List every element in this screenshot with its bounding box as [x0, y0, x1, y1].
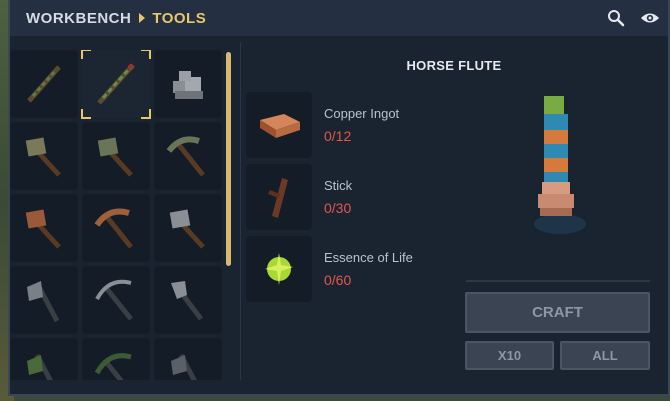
panel-divider [240, 42, 241, 380]
pickaxe-icon [166, 136, 205, 177]
grid-scrollbar[interactable] [226, 52, 231, 266]
craft-x10-button[interactable]: X10 [465, 341, 554, 370]
recipe-title: HORSE FLUTE [406, 58, 502, 73]
pickaxe-icon [95, 279, 133, 321]
ingredient-count: 0/30 [324, 200, 352, 216]
eye-icon[interactable] [640, 8, 660, 28]
slot-green-pickaxe[interactable] [82, 338, 150, 380]
slot-stone-hammer-2[interactable] [82, 122, 150, 190]
copper-ingot-icon [246, 92, 312, 158]
slot-copper-hammer[interactable] [10, 194, 78, 262]
staff-icon [27, 65, 61, 103]
slot-green-axe[interactable] [10, 338, 78, 380]
breadcrumb-arrow-icon [139, 13, 146, 23]
slot-axe[interactable] [10, 266, 78, 334]
pickaxe-icon [94, 353, 132, 380]
panel-header: WORKBENCH TOOLS [10, 0, 668, 36]
tool-grid [10, 50, 232, 380]
selection-corner [141, 50, 151, 59]
hammer-icon [169, 209, 205, 249]
axe-icon [27, 281, 60, 323]
slot-stone-pickaxe[interactable] [154, 122, 222, 190]
slot-stone-hammer[interactable] [10, 122, 78, 190]
axe-icon [27, 353, 53, 380]
slot-iron-pickaxe[interactable] [82, 266, 150, 334]
breadcrumb-workbench[interactable]: WORKBENCH [26, 10, 131, 27]
ingredient-count: 0/12 [324, 128, 352, 144]
essence-icon [246, 236, 312, 302]
stick-icon [246, 164, 312, 230]
breadcrumb-tools: TOOLS [152, 9, 207, 27]
slot-iron-hammer[interactable] [154, 194, 222, 262]
craft-button[interactable]: CRAFT [465, 292, 650, 333]
stone-pile-icon [173, 71, 203, 99]
shovel-icon [171, 281, 203, 321]
pickaxe-icon [94, 208, 133, 249]
slot-shovel[interactable] [154, 266, 222, 334]
slot-staff-2-selected[interactable] [81, 50, 151, 119]
ingredient-row: Essence of Life 0/60 [246, 236, 456, 302]
hammer-icon [25, 137, 61, 177]
slot-dark-axe[interactable] [154, 338, 222, 380]
selection-corner [81, 109, 91, 119]
selection-corner [81, 50, 91, 59]
craft-separator [466, 280, 650, 282]
ingredient-name: Stick [324, 178, 353, 193]
hammer-icon [25, 209, 61, 249]
horse-flute-preview [520, 86, 600, 246]
slot-copper-pickaxe[interactable] [82, 194, 150, 262]
ingredient-name: Copper Ingot [324, 106, 400, 121]
selection-corner [141, 109, 151, 119]
search-icon[interactable] [606, 8, 626, 28]
header-icons [606, 8, 660, 28]
hammer-icon [97, 137, 133, 177]
ingredient-row: Stick 0/30 [246, 164, 456, 230]
craft-all-button[interactable]: ALL [560, 341, 650, 370]
slot-stone-pile[interactable] [154, 50, 222, 118]
slot-staff-1[interactable] [10, 50, 78, 118]
ingredient-row: Copper Ingot 0/12 [246, 92, 456, 158]
staff-icon [97, 63, 135, 105]
ingredient-name: Essence of Life [324, 250, 413, 265]
axe-icon [171, 353, 197, 380]
ingredient-count: 0/60 [324, 272, 352, 288]
